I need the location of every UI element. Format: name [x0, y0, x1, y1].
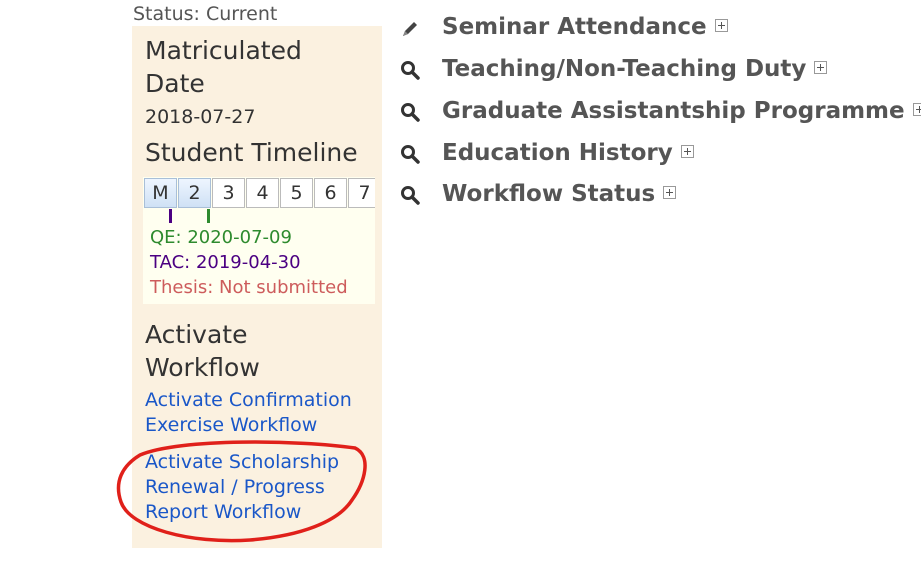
matriculated-heading-line1: Matriculated [145, 36, 302, 65]
student-timeline: M 2 3 4 5 6 7 QE: 2020-07-09 TAC: 2019-0… [143, 177, 375, 304]
expand-icon[interactable] [680, 145, 694, 158]
activate-scholarship-link-line1[interactable]: Activate Scholarship [145, 450, 339, 475]
expand-icon[interactable] [663, 186, 677, 199]
expand-icon[interactable] [714, 19, 728, 32]
magnifier-icon [401, 186, 420, 205]
thesis-status: Thesis: Not submitted [150, 277, 348, 298]
matriculated-heading-line2: Date [145, 69, 205, 98]
menu-item-label[interactable]: Workflow Status [442, 179, 677, 209]
activate-confirmation-link-line1[interactable]: Activate Confirmation [145, 388, 352, 413]
qe-marker [207, 209, 210, 223]
pencil-icon [403, 22, 417, 36]
timeline-cell-4: 4 [246, 178, 279, 208]
timeline-cell-2: 2 [178, 178, 211, 208]
matriculated-heading: Matriculated Date [145, 34, 302, 100]
expand-icon[interactable] [814, 61, 828, 74]
timeline-cell-5: 5 [280, 178, 313, 208]
timeline-cell-6: 6 [314, 178, 347, 208]
menu-item-label[interactable]: Education History [442, 138, 694, 168]
expand-icon[interactable] [912, 103, 921, 116]
activate-scholarship-link-line2[interactable]: Renewal / Progress [145, 475, 339, 500]
activate-confirmation-link[interactable]: Activate Confirmation Exercise Workflow [145, 388, 352, 438]
matriculated-date: 2018-07-27 [145, 106, 256, 128]
menu-item-label[interactable]: Seminar Attendance [442, 12, 728, 42]
qe-date: QE: 2020-07-09 [150, 227, 292, 248]
status-text: Status: Current [133, 3, 278, 25]
student-sidebar: Matriculated Date 2018-07-27 Student Tim… [132, 26, 382, 548]
activate-workflow-heading: Activate Workflow [145, 318, 260, 384]
timeline-years: M 2 3 4 5 6 7 [144, 178, 375, 208]
timeline-cell-3: 3 [212, 178, 245, 208]
activate-scholarship-link-line3[interactable]: Report Workflow [145, 500, 339, 525]
magnifier-icon [401, 103, 420, 122]
activate-workflow-heading-line1: Activate [145, 320, 248, 349]
menu-item-label[interactable]: Teaching/Non-Teaching Duty [442, 54, 828, 84]
timeline-cell-m: M [144, 178, 177, 208]
magnifier-icon [401, 61, 420, 80]
activate-workflow-heading-line2: Workflow [145, 353, 260, 382]
menu-item-label[interactable]: Graduate Assistantship Programme [442, 96, 921, 126]
activate-confirmation-link-line2[interactable]: Exercise Workflow [145, 413, 352, 438]
activate-scholarship-link[interactable]: Activate Scholarship Renewal / Progress … [145, 450, 339, 525]
tac-marker [169, 209, 172, 223]
timeline-cell-7: 7 [348, 178, 375, 208]
timeline-heading: Student Timeline [145, 138, 358, 167]
magnifier-icon [401, 145, 420, 164]
tac-date: TAC: 2019-04-30 [150, 252, 301, 273]
